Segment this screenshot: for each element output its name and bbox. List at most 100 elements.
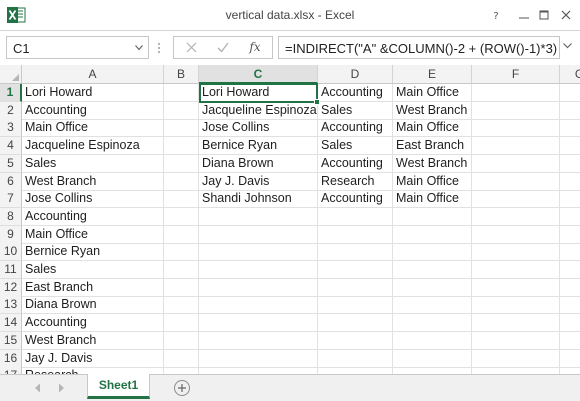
row-header-5[interactable]: 5	[0, 154, 22, 173]
row-header-16[interactable]: 16	[0, 349, 22, 368]
column-header-c[interactable]: C	[199, 65, 318, 84]
cell-e5[interactable]: West Branch	[393, 154, 472, 173]
close-button[interactable]	[554, 5, 578, 25]
cell-d7[interactable]: Accounting	[318, 190, 393, 209]
cell-c12[interactable]	[199, 278, 318, 297]
cell-e17[interactable]	[393, 367, 472, 374]
cell-c10[interactable]	[199, 243, 318, 262]
cell-e2[interactable]: West Branch	[393, 101, 472, 120]
row-header-3[interactable]: 3	[0, 119, 22, 138]
cell-f1[interactable]	[472, 84, 560, 102]
insert-function-button[interactable]: fx	[240, 37, 270, 58]
column-header-g[interactable]: G	[560, 65, 580, 84]
cell-a12[interactable]: East Branch	[22, 278, 164, 297]
cell-d3[interactable]: Accounting	[318, 119, 393, 138]
cell-d6[interactable]: Research	[318, 172, 393, 191]
cell-f9[interactable]	[472, 225, 560, 244]
column-header-f[interactable]: F	[472, 65, 560, 84]
cell-b3[interactable]	[164, 119, 199, 138]
cell-d1[interactable]: Accounting	[318, 84, 393, 102]
cell-a16[interactable]: Jay J. Davis	[22, 349, 164, 368]
cell-c1[interactable]: Lori Howard	[199, 84, 318, 102]
row-header-9[interactable]: 9	[0, 225, 22, 244]
cell-d13[interactable]	[318, 296, 393, 315]
cell-f6[interactable]	[472, 172, 560, 191]
row-header-6[interactable]: 6	[0, 172, 22, 191]
select-all-corner[interactable]	[0, 65, 22, 84]
cell-a7[interactable]: Jose Collins	[22, 190, 164, 209]
cell-f4[interactable]	[472, 137, 560, 156]
cell-f13[interactable]	[472, 296, 560, 315]
cell-d12[interactable]	[318, 278, 393, 297]
cell-a11[interactable]: Sales	[22, 261, 164, 279]
cell-b1[interactable]	[164, 84, 199, 102]
cell-e14[interactable]	[393, 314, 472, 333]
cell-b6[interactable]	[164, 172, 199, 191]
cell-b4[interactable]	[164, 137, 199, 156]
cell-e6[interactable]: Main Office	[393, 172, 472, 191]
cell-d11[interactable]	[318, 261, 393, 279]
cell-b15[interactable]	[164, 331, 199, 350]
row-header-11[interactable]: 11	[0, 261, 22, 279]
cell-g3[interactable]	[560, 119, 580, 138]
help-button[interactable]: ?	[484, 5, 508, 25]
cell-b2[interactable]	[164, 101, 199, 120]
cell-a17[interactable]: Research	[22, 367, 164, 374]
cell-a5[interactable]: Sales	[22, 154, 164, 173]
cell-g15[interactable]	[560, 332, 580, 350]
cell-b11[interactable]	[164, 261, 199, 279]
cell-g10[interactable]	[560, 243, 580, 262]
cell-a3[interactable]: Main Office	[22, 119, 164, 138]
scroll-left-icon[interactable]	[34, 383, 41, 393]
row-header-12[interactable]: 12	[0, 278, 22, 297]
cell-b5[interactable]	[164, 154, 199, 173]
cell-f16[interactable]	[472, 349, 560, 368]
cell-e7[interactable]: Main Office	[393, 190, 472, 209]
cell-g17[interactable]	[560, 367, 580, 374]
cell-g12[interactable]	[560, 279, 580, 297]
sheet-tab-sheet1[interactable]: Sheet1	[87, 374, 150, 399]
cell-g8[interactable]	[560, 208, 580, 226]
scroll-right-icon[interactable]	[58, 383, 65, 393]
row-header-10[interactable]: 10	[0, 243, 22, 262]
cell-g4[interactable]	[560, 137, 580, 156]
cell-e3[interactable]: Main Office	[393, 119, 472, 138]
name-box[interactable]: C1	[6, 36, 149, 59]
cell-b13[interactable]	[164, 296, 199, 315]
cell-f8[interactable]	[472, 207, 560, 226]
row-header-7[interactable]: 7	[0, 190, 22, 209]
cell-e1[interactable]: Main Office	[393, 84, 472, 102]
cell-g1[interactable]	[560, 84, 580, 102]
formula-input[interactable]: =INDIRECT("A" &COLUMN()-2 + (ROW()-1)*3)	[278, 36, 560, 59]
cell-f11[interactable]	[472, 261, 560, 279]
row-header-15[interactable]: 15	[0, 331, 22, 350]
cell-d5[interactable]: Accounting	[318, 154, 393, 173]
cell-a1[interactable]: Lori Howard	[22, 84, 164, 102]
cell-e15[interactable]	[393, 331, 472, 350]
cell-b12[interactable]	[164, 278, 199, 297]
cell-d9[interactable]	[318, 225, 393, 244]
cell-f7[interactable]	[472, 190, 560, 209]
cell-g5[interactable]	[560, 155, 580, 173]
cell-g9[interactable]	[560, 226, 580, 244]
cell-d8[interactable]	[318, 207, 393, 226]
cell-g11[interactable]	[560, 261, 580, 279]
cell-b8[interactable]	[164, 207, 199, 226]
cell-e11[interactable]	[393, 261, 472, 279]
cell-b17[interactable]	[164, 367, 199, 374]
new-sheet-button[interactable]	[174, 380, 190, 396]
row-header-8[interactable]: 8	[0, 207, 22, 226]
row-header-17[interactable]: 17	[0, 367, 22, 374]
cell-a14[interactable]: Accounting	[22, 314, 164, 333]
spreadsheet-grid[interactable]: A B C D E F G 1 Lori Howard Lori Howard Accounting…	[0, 65, 580, 374]
cell-f14[interactable]	[472, 314, 560, 333]
cell-c9[interactable]	[199, 225, 318, 244]
column-header-e[interactable]: E	[393, 65, 472, 84]
cell-b10[interactable]	[164, 243, 199, 262]
row-header-14[interactable]: 14	[0, 314, 22, 333]
column-header-a[interactable]: A	[22, 65, 164, 84]
cell-c11[interactable]	[199, 261, 318, 279]
cell-g13[interactable]	[560, 296, 580, 315]
cell-f3[interactable]	[472, 119, 560, 138]
cell-a15[interactable]: West Branch	[22, 331, 164, 350]
